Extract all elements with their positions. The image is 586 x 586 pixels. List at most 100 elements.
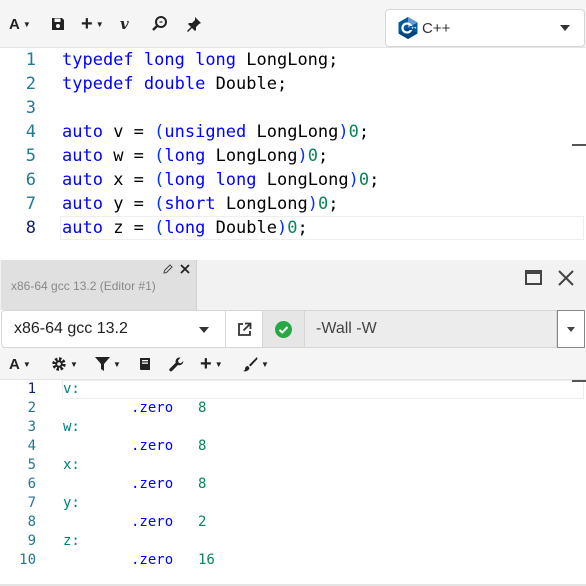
asm-line[interactable]: 7 y: bbox=[0, 494, 586, 513]
asm-line-number: 2 bbox=[27, 400, 36, 416]
code-text: auto y = (short LongLong)0; bbox=[62, 192, 338, 216]
flags-history-dropdown[interactable] bbox=[557, 310, 585, 348]
code-line[interactable]: 3 bbox=[0, 96, 586, 120]
libraries-button[interactable] bbox=[139, 353, 151, 375]
code-token: ; bbox=[358, 122, 370, 142]
code-token: ; bbox=[317, 146, 329, 166]
asm-value: 16 bbox=[198, 552, 215, 568]
code-text: auto v = (unsigned LongLong)0; bbox=[62, 120, 369, 144]
quick-search-button[interactable] bbox=[151, 10, 169, 38]
code-token: ) bbox=[277, 218, 288, 238]
compile-status-button[interactable] bbox=[263, 310, 304, 348]
code-token: auto bbox=[62, 170, 103, 190]
scrollbar-marker[interactable] bbox=[572, 380, 586, 382]
edit-icon[interactable] bbox=[163, 264, 173, 274]
code-line[interactable]: 6 auto x = (long long LongLong)0; bbox=[0, 168, 586, 192]
save-icon bbox=[52, 18, 64, 30]
tools-button[interactable] bbox=[169, 353, 184, 375]
code-token: unsigned bbox=[164, 122, 247, 142]
asm-line-number: 1 bbox=[27, 381, 36, 397]
asm-line-number: 4 bbox=[27, 438, 36, 454]
popout-button[interactable] bbox=[226, 310, 263, 348]
brush-icon bbox=[243, 357, 258, 372]
code-token: typedef bbox=[62, 74, 134, 94]
asm-label: x: bbox=[63, 457, 80, 473]
code-token: 0 bbox=[307, 146, 318, 166]
chevron-down-icon: ▼ bbox=[22, 19, 31, 29]
output-font-button[interactable]: A ▼ bbox=[9, 353, 31, 375]
compiler-pane-tabbar: x86-64 gcc 13.2 (Editor #1) bbox=[0, 260, 586, 310]
asm-label: w: bbox=[63, 419, 80, 435]
code-token: 0 bbox=[348, 122, 359, 142]
asm-line[interactable]: 6 .zero 8 bbox=[0, 475, 586, 494]
book-icon bbox=[140, 358, 150, 370]
code-line[interactable]: 8 auto z = (long Double)0; bbox=[0, 216, 586, 240]
maximize-icon[interactable] bbox=[525, 270, 542, 285]
code-token: double bbox=[143, 74, 206, 94]
line-number: 3 bbox=[25, 98, 36, 118]
asm-line[interactable]: 3 w: bbox=[0, 418, 586, 437]
compiler-name: x86-64 gcc 13.2 bbox=[14, 320, 128, 337]
source-editor[interactable]: 1 typedef long long LongLong; 2 typedef dou… bbox=[0, 48, 586, 260]
compiler-select[interactable]: x86-64 gcc 13.2 bbox=[1, 310, 226, 348]
output-filter-button[interactable]: ▼ bbox=[95, 353, 121, 375]
asm-value: 2 bbox=[198, 514, 207, 530]
compiler-flags-input[interactable] bbox=[304, 310, 557, 348]
output-add-label: + bbox=[200, 352, 212, 375]
asm-line[interactable]: 1 v: bbox=[0, 380, 586, 399]
code-text: typedef long long LongLong; bbox=[62, 48, 338, 72]
code-token: short bbox=[164, 194, 216, 214]
code-text: typedef double Double; bbox=[62, 72, 287, 96]
asm-directive: .zero bbox=[131, 476, 174, 492]
code-line[interactable]: 4 auto v = (unsigned LongLong)0; bbox=[0, 120, 586, 144]
code-text: auto w = (long LongLong)0; bbox=[62, 144, 328, 168]
close-pane-icon[interactable] bbox=[558, 270, 574, 286]
asm-label: y: bbox=[63, 495, 80, 511]
asm-line[interactable]: 4 .zero 8 bbox=[0, 437, 586, 456]
asm-line[interactable]: 5 x: bbox=[0, 456, 586, 475]
code-token: LongLong; bbox=[236, 50, 339, 70]
code-token: long bbox=[164, 146, 206, 166]
asm-line[interactable]: 9 z: bbox=[0, 532, 586, 551]
close-tab-icon[interactable] bbox=[179, 263, 191, 275]
scrollbar-marker[interactable] bbox=[572, 144, 586, 146]
pin-icon bbox=[187, 17, 201, 32]
brush-button[interactable]: ▼ bbox=[242, 353, 269, 375]
asm-line-number: 10 bbox=[19, 552, 36, 568]
editor-toolbar: A ▼ + ▼ v ++ C++ bbox=[0, 0, 586, 48]
code-line[interactable]: 1 typedef long long LongLong; bbox=[0, 48, 586, 72]
asm-line-number: 6 bbox=[27, 476, 36, 492]
assembly-output[interactable]: 1 v: 2 .zero 8 3 w: 4 .zero 8 5 x: 6 .zero 8 7 y: 8 .zero 2… bbox=[0, 380, 586, 586]
code-token: 0 bbox=[317, 194, 329, 214]
code-line[interactable]: 5 auto w = (long LongLong)0; bbox=[0, 144, 586, 168]
compiler-tab[interactable]: x86-64 gcc 13.2 (Editor #1) bbox=[1, 260, 197, 310]
vim-mode-button[interactable]: v bbox=[120, 10, 129, 38]
filter-icon bbox=[95, 357, 110, 371]
code-token: LongLong bbox=[205, 146, 298, 166]
code-token: LongLong bbox=[215, 194, 308, 214]
pin-button[interactable] bbox=[186, 10, 202, 38]
language-select[interactable]: ++ C++ bbox=[385, 9, 585, 47]
asm-line[interactable]: 8 .zero 2 bbox=[0, 513, 586, 532]
code-token: ; bbox=[369, 170, 380, 190]
line-number: 2 bbox=[25, 74, 36, 94]
add-label: + bbox=[81, 12, 93, 35]
code-line[interactable]: 7 auto y = (short LongLong)0; bbox=[0, 192, 586, 216]
code-line[interactable]: 2 typedef double Double; bbox=[0, 72, 586, 96]
code-token: y = bbox=[102, 194, 155, 214]
chevron-down-icon: ▼ bbox=[113, 359, 121, 369]
code-token: ) bbox=[297, 146, 308, 166]
code-token: ( bbox=[154, 146, 165, 166]
add-pane-button[interactable]: + ▼ bbox=[81, 10, 104, 38]
output-settings-button[interactable]: ▼ bbox=[51, 353, 78, 375]
gear-icon bbox=[52, 357, 66, 371]
output-add-button[interactable]: + ▼ bbox=[200, 353, 223, 375]
code-token: auto bbox=[62, 194, 103, 214]
asm-line[interactable]: 2 .zero 8 bbox=[0, 399, 586, 418]
asm-line[interactable]: 10 .zero 16 bbox=[0, 551, 586, 570]
save-button[interactable] bbox=[50, 10, 66, 38]
asm-line-number: 5 bbox=[27, 457, 36, 473]
compiler-bar: x86-64 gcc 13.2 bbox=[0, 310, 586, 348]
asm-line-number: 8 bbox=[27, 514, 36, 530]
font-size-button[interactable]: A ▼ bbox=[9, 10, 31, 38]
